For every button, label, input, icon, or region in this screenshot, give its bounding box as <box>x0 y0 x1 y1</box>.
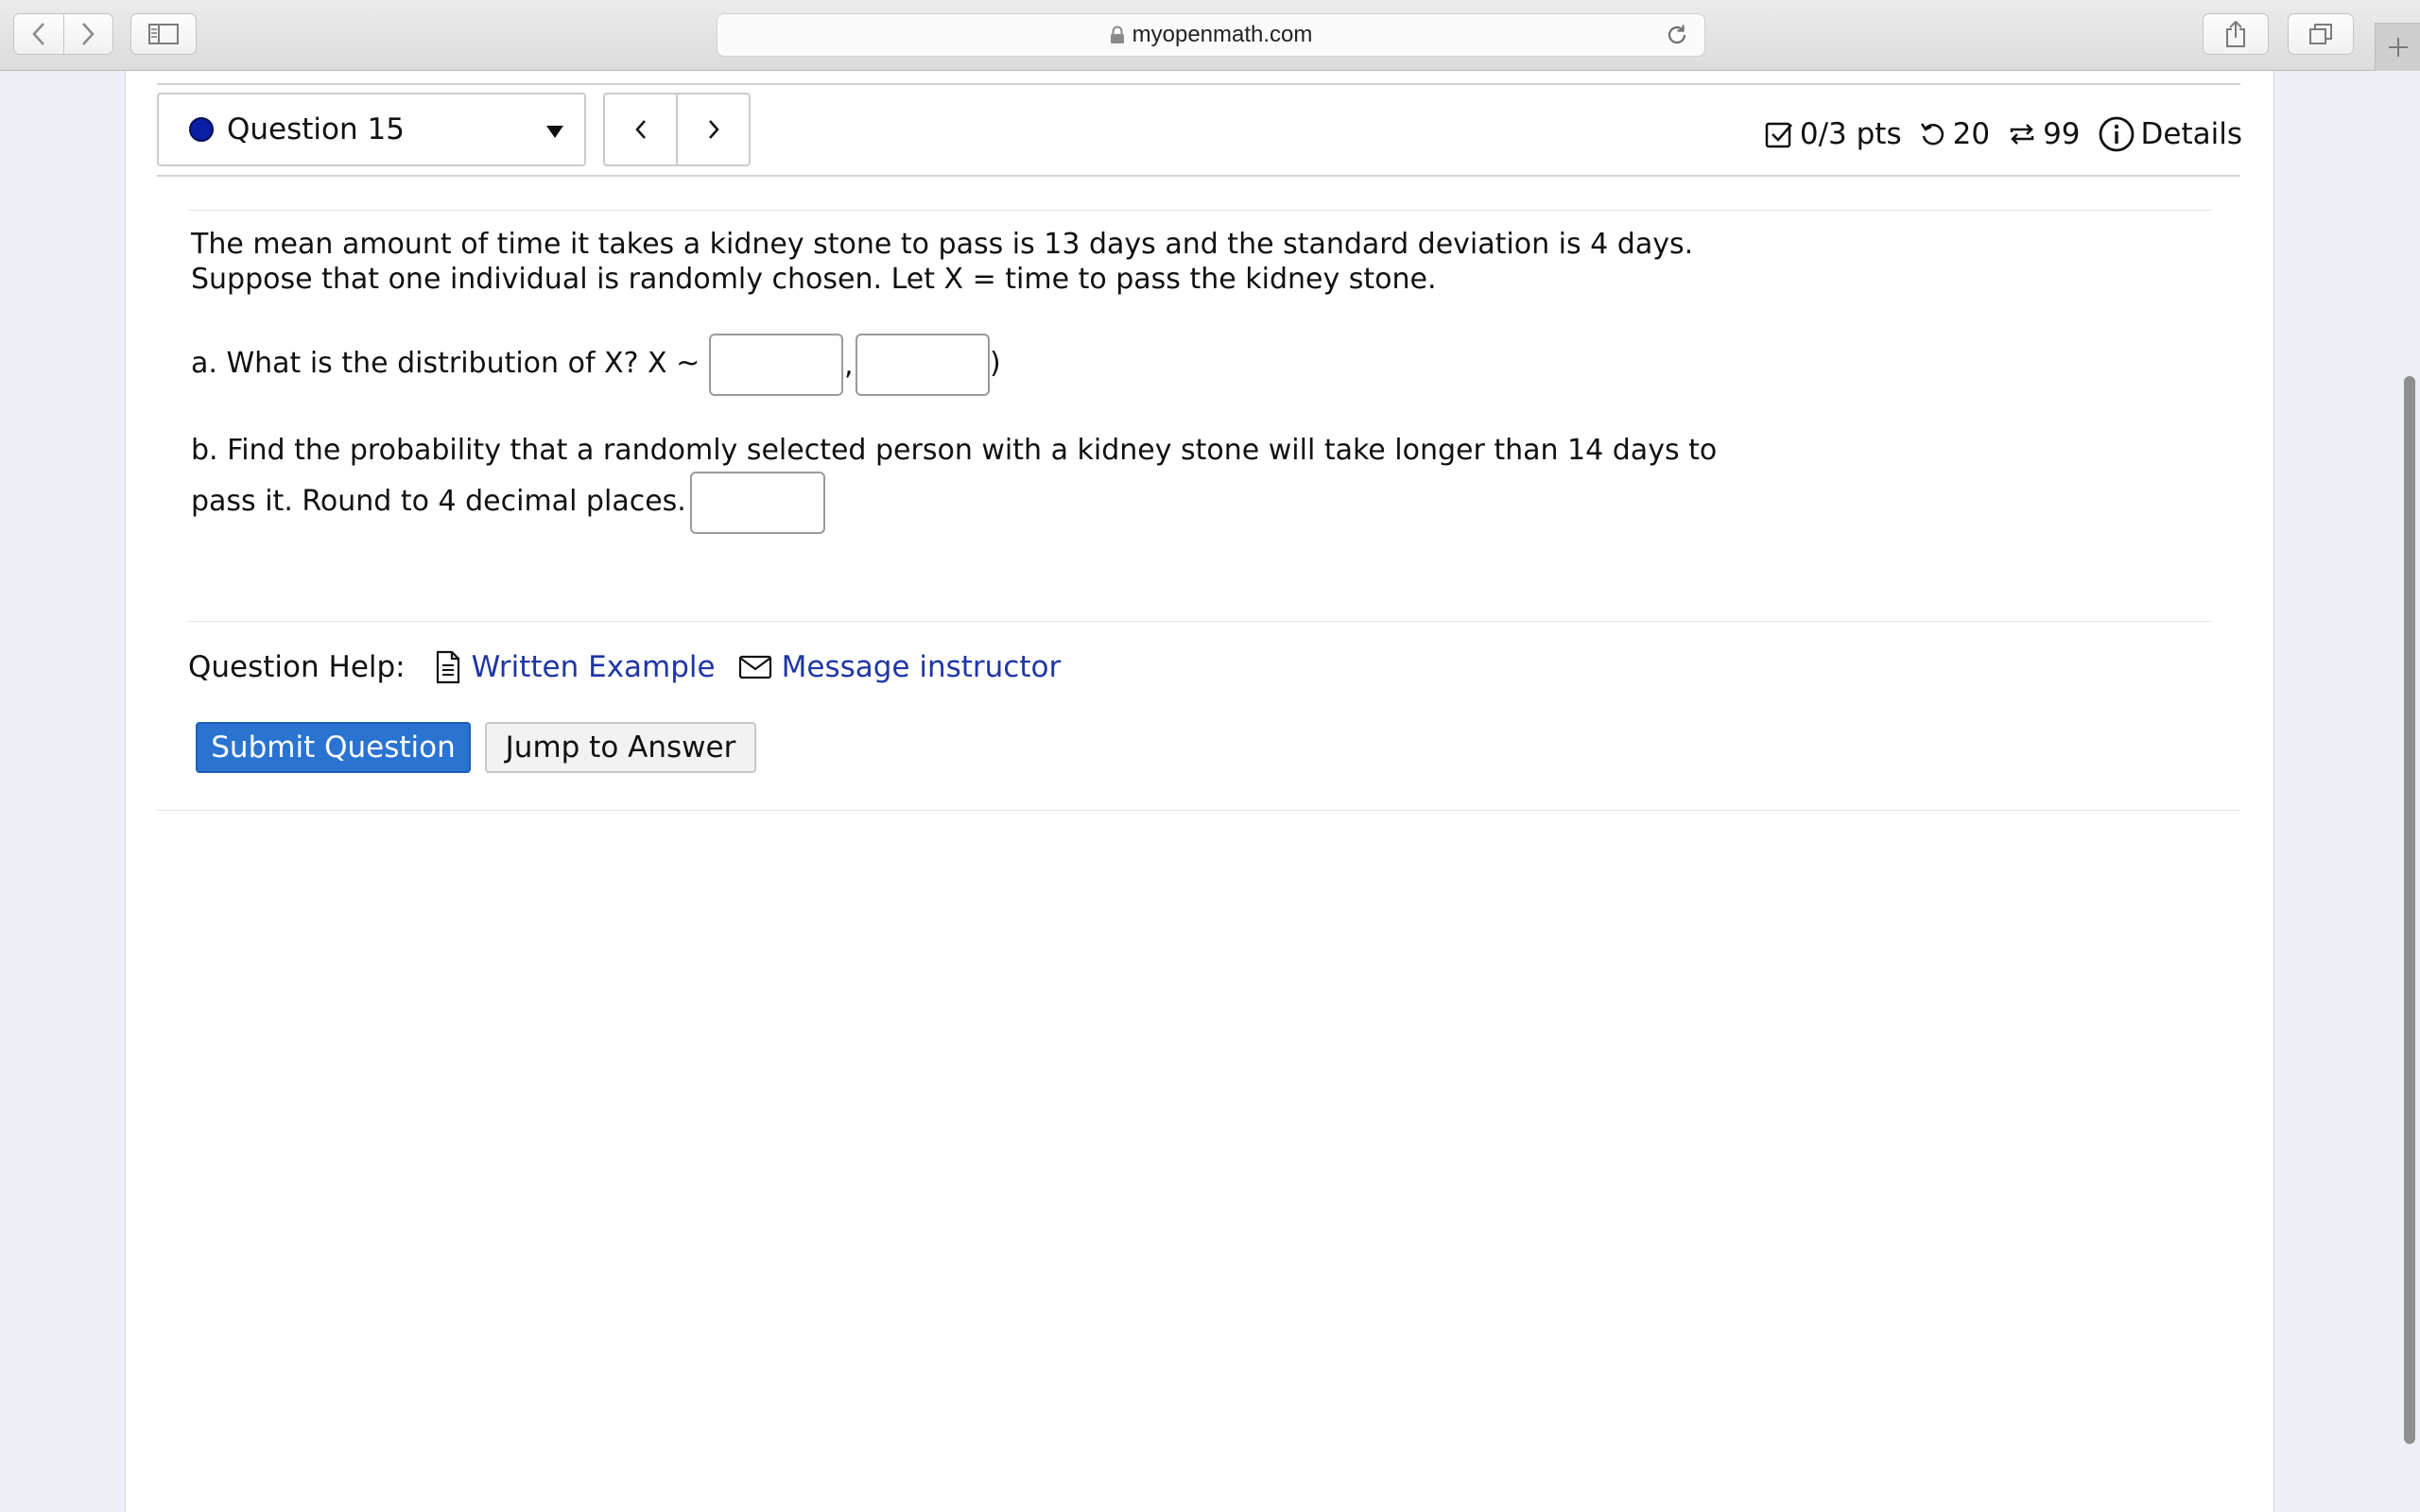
part-a-comma: , <box>844 349 854 382</box>
mean-answer-input[interactable] <box>709 334 843 396</box>
share-button[interactable] <box>2203 13 2269 55</box>
repeat-icon <box>2010 124 2034 145</box>
attempts-count: 99 <box>2043 117 2081 151</box>
submit-question-button[interactable]: Submit Question <box>196 722 471 773</box>
question-intro-line1: The mean amount of time it takes a kidne… <box>191 228 1694 261</box>
address-url: myopenmath.com <box>1132 22 1313 47</box>
jump-to-answer-button[interactable]: Jump to Answer <box>485 722 756 773</box>
question-help-label: Question Help: <box>188 650 406 684</box>
sidebar-button[interactable] <box>130 13 197 55</box>
chevron-left-icon <box>32 23 44 45</box>
new-tab-button[interactable] <box>2375 23 2420 71</box>
previous-question-button[interactable] <box>605 94 676 164</box>
sd-answer-input[interactable] <box>856 334 990 396</box>
caret-down-icon <box>546 126 563 138</box>
question-status-dot <box>189 117 214 142</box>
browser-toolbar: myopenmath.com <box>0 0 2420 71</box>
question-intro-line2: Suppose that one individual is randomly … <box>191 263 1437 296</box>
message-instructor-link[interactable]: Message instructor <box>738 650 1062 684</box>
score-stat: 0/3 pts <box>1764 117 1902 151</box>
question-help: Question Help: Written Example Message i… <box>188 648 1061 686</box>
checkbox-icon <box>1765 122 1792 148</box>
score-text: 0/3 pts <box>1799 117 1902 151</box>
probability-answer-input[interactable] <box>690 472 825 534</box>
written-example-label: Written Example <box>471 650 716 684</box>
forward-button[interactable] <box>62 14 113 54</box>
scrollbar[interactable] <box>2404 376 2415 1444</box>
tabs-overview-button[interactable] <box>2288 13 2354 55</box>
next-question-button[interactable] <box>676 94 749 164</box>
chevron-left-icon <box>634 120 646 139</box>
tabs-icon <box>2309 24 2332 44</box>
details-button[interactable]: Details <box>2098 115 2242 153</box>
document-icon <box>436 650 459 684</box>
top-divider <box>157 83 2240 85</box>
chevron-right-icon <box>82 23 95 45</box>
undo-icon <box>1920 123 1944 146</box>
plus-icon <box>2389 38 2408 57</box>
retries-stat: 20 <box>1919 117 1990 151</box>
info-icon <box>2099 116 2134 152</box>
history-nav <box>13 13 113 55</box>
message-instructor-label: Message instructor <box>781 650 1062 684</box>
part-a-close-paren: ) <box>990 347 1001 380</box>
part-b-prompt-line2: pass it. Round to 4 decimal places. <box>191 485 686 518</box>
part-a-prompt: a. What is the distribution of X? X ~ N( <box>191 347 741 380</box>
attempts-stat: 99 <box>2007 117 2081 151</box>
reload-icon[interactable] <box>1665 23 1689 54</box>
footer-divider <box>157 810 2240 811</box>
address-bar[interactable]: myopenmath.com <box>717 13 1705 57</box>
written-example-link[interactable]: Written Example <box>434 650 716 684</box>
part-b-prompt-line1: b. Find the probability that a randomly … <box>191 434 1718 467</box>
details-label: Details <box>2140 117 2242 151</box>
header-divider <box>157 175 2240 177</box>
question-label: Question 15 <box>227 112 405 146</box>
question-top-border <box>187 210 2212 211</box>
envelope-icon <box>738 655 771 679</box>
sidebar-icon <box>148 24 179 44</box>
question-pager <box>603 93 751 166</box>
question-bottom-border <box>187 621 2212 622</box>
retries-count: 20 <box>1952 117 1991 151</box>
chevron-right-icon <box>708 120 719 139</box>
share-icon <box>2226 20 2245 47</box>
question-selector[interactable]: Question 15 <box>157 93 586 166</box>
back-button[interactable] <box>14 14 63 54</box>
lock-icon <box>1110 26 1125 44</box>
question-stats: 0/3 pts 20 99 Details <box>1764 112 2242 157</box>
